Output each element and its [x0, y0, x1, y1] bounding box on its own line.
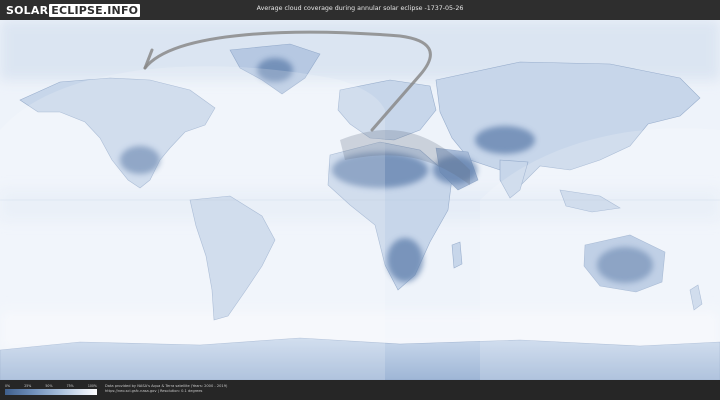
- cloud-coverage-legend: 0% 25% 50% 75% 100%: [5, 384, 97, 395]
- world-map-svg: [0, 20, 720, 380]
- legend-ticks: 0% 25% 50% 75% 100%: [5, 384, 97, 388]
- data-credits: Data provided by NASA's Aqua & Terra sat…: [105, 384, 227, 394]
- legend-gradient-bar: [5, 389, 97, 395]
- cloud-coverage-map[interactable]: [0, 20, 720, 380]
- legend-tick: 0%: [5, 384, 11, 388]
- page-title: Average cloud coverage during annular so…: [256, 5, 464, 12]
- header-bar: SOLAR ECLIPSE.INFO Average cloud coverag…: [0, 0, 720, 20]
- legend-tick: 75%: [66, 384, 74, 388]
- legend-tick: 50%: [45, 384, 53, 388]
- landmass-madagascar: [451, 241, 463, 269]
- credit-link[interactable]: https://neo.sci.gsfc.nasa.gov | Resoluti…: [105, 389, 227, 394]
- penumbra-arc-left: [0, 66, 385, 380]
- legend-tick: 25%: [24, 384, 32, 388]
- legend-tick: 100%: [87, 384, 97, 388]
